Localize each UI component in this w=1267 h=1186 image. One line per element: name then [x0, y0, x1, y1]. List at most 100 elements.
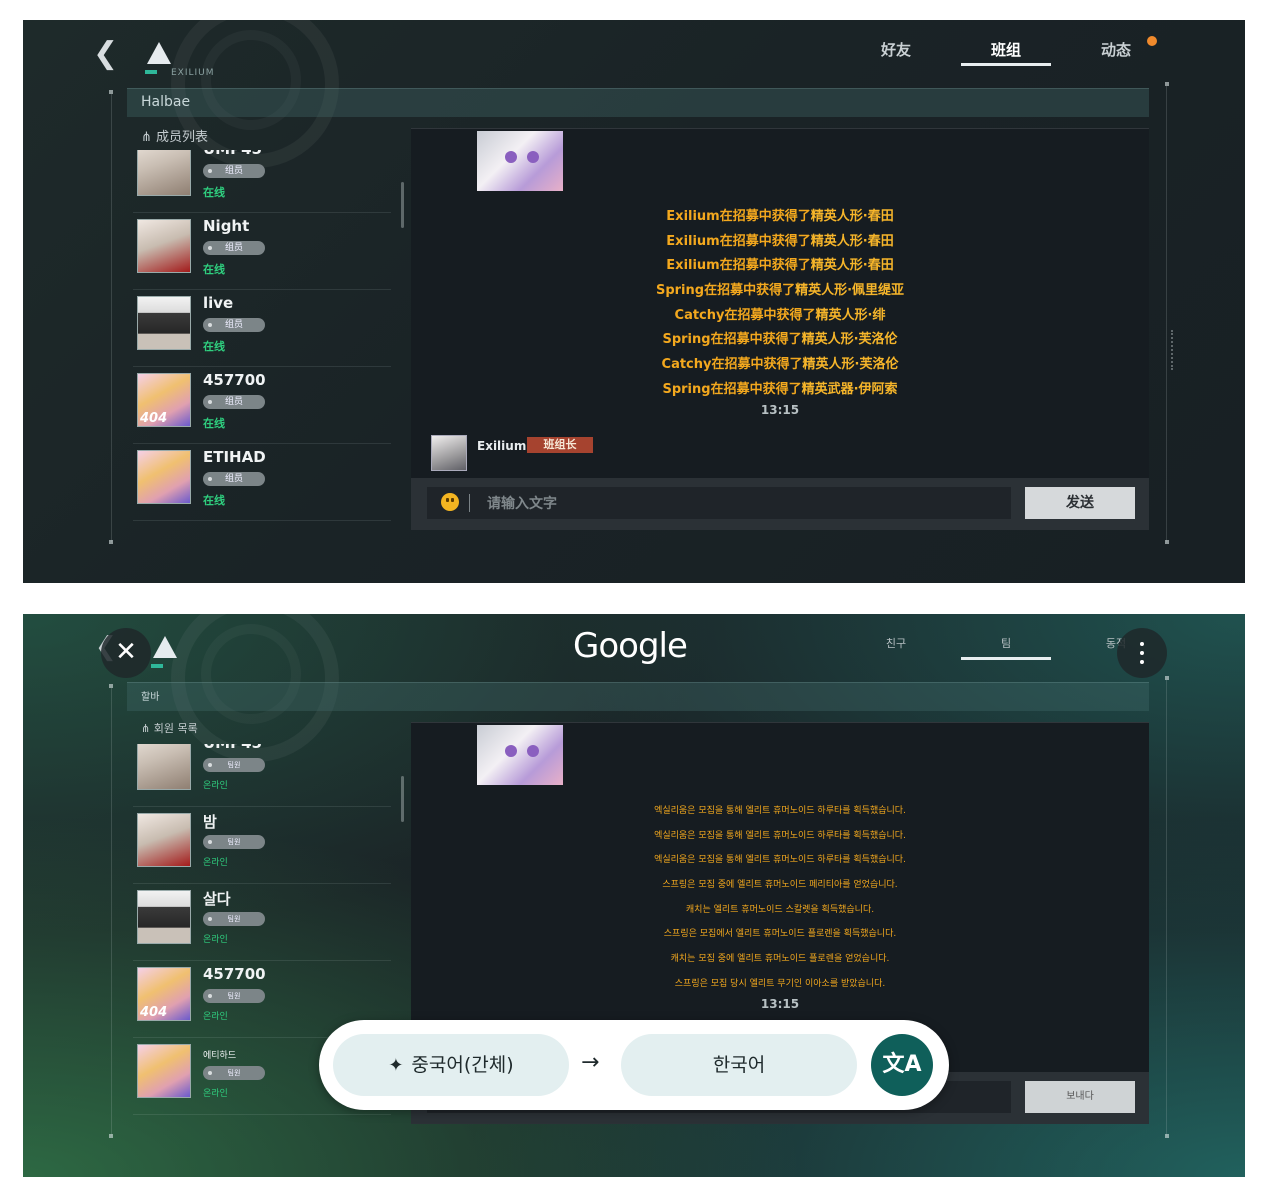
back-arrow-icon[interactable]: ❮ [93, 39, 121, 69]
member-avatar[interactable] [137, 296, 191, 350]
member-status: 在线 [203, 340, 225, 353]
member-row[interactable]: 살다 팀원 온라인 [133, 884, 391, 961]
group-name: Halbae [141, 94, 191, 110]
avatar-tag: 404 [140, 1005, 168, 1020]
member-avatar[interactable] [137, 450, 191, 504]
sender-name: Exilium [477, 439, 527, 453]
member-role-badge: 组员 [203, 472, 265, 486]
google-lens-title: Google [573, 626, 688, 666]
game-logo [147, 634, 237, 674]
top-nav-tabs: 好友 班组 动态 [841, 38, 1171, 72]
translated-message: 엑실리움은 모집을 통해 엘리트 휴머노이드 하루타를 획득했습니다. [654, 855, 906, 866]
members-icon: ⋔ [141, 722, 154, 735]
tab-friends[interactable]: 好友 [841, 38, 951, 72]
member-role-badge: 组员 [203, 164, 265, 178]
member-row[interactable]: 404 457700 组员在线 [133, 367, 391, 444]
member-status: 在线 [203, 494, 225, 507]
member-row[interactable]: ETIHAD 组员 在线 [133, 444, 391, 521]
source-language-chip[interactable]: ✦ 중국어(간체) [333, 1034, 569, 1096]
member-role-badge: 组员 [203, 395, 265, 409]
member-name: 457700 [203, 965, 266, 983]
member-name: live [203, 294, 234, 312]
members-list-title: ⋔ 회원 목록 [141, 722, 198, 735]
members-list-title: ⋔ 成员列表 [141, 130, 209, 145]
member-name: 457700 [203, 371, 266, 389]
translated-message: 엑실리움은 모집을 통해 엘리트 휴머노이드 하루타를 획득했습니다. [654, 806, 906, 816]
more-options-icon[interactable] [1117, 628, 1167, 678]
chat-input[interactable]: 请输入文字 [427, 487, 1011, 519]
member-status: 온라인 [203, 1089, 228, 1099]
translate-icon[interactable]: 文A [871, 1034, 933, 1096]
translated-message: 엑실리움은 모집을 통해 엘리트 휴머노이드 하루타를 획득했습니다. [654, 830, 906, 841]
system-message: Exilium在招募中获得了精英人形·春田 [666, 258, 894, 274]
close-icon[interactable]: ✕ [101, 628, 151, 678]
group-header-bar: Halbae [127, 88, 1149, 117]
translated-message: 캐치는 모집 중에 엘리트 휴머노이드 플로렌을 얻었습니다. [670, 954, 890, 965]
member-status: 在线 [203, 186, 225, 199]
system-message: Exilium在招募中获得了精英人形·春田 [666, 209, 894, 224]
member-list[interactable]: UMP45组员在线Night组员在线live组员在线404457700组员在线E… [133, 150, 391, 530]
tab-team[interactable]: 班组 [951, 38, 1061, 72]
system-messages: Exilium在招募中获得了精英人形·春田 Exilium在招募中获得了精英人形·… [411, 205, 1149, 403]
member-name: 에티하드 [203, 1051, 237, 1061]
members-icon: ⋔ [141, 130, 157, 145]
game-logo: EXILIUM [141, 40, 231, 80]
member-avatar[interactable] [137, 150, 191, 196]
sender-avatar[interactable] [431, 435, 467, 471]
translated-message: 캐치는 엘리트 휴머노이드 스칼렛을 획득했습니다. [685, 904, 875, 915]
member-name: 밤 [203, 813, 217, 831]
member-row[interactable]: Night 组员 在线 [133, 213, 391, 290]
member-avatar[interactable] [137, 1044, 191, 1098]
member-row[interactable]: 밤 팀원 온라인 [133, 807, 391, 884]
member-role-badge: 组员 [203, 318, 265, 332]
member-row[interactable]: live 组员在线 [133, 290, 391, 367]
game-screen-original: ❮ EXILIUM 好友 班组 动态 Halbae ⋔ 成员列表 UMP45 组员… [23, 20, 1245, 583]
translated-message: 스프링은 모집 당시 엘리트 무기인 이아소를 받았습니다. [674, 978, 886, 989]
system-message: Exilium在招募中获得了精英人形·春田 [666, 233, 894, 249]
emoji-icon[interactable] [441, 493, 459, 511]
tab-friends[interactable]: 친구 [841, 632, 951, 666]
translate-language-bar: ✦ 중국어(간체) → 한국어 文A [319, 1020, 949, 1110]
system-message: Spring在招募中获得了精英人形·佩里缇亚 [655, 283, 905, 299]
system-message: Spring在招募中获得了精英人形·芙洛伦 [662, 332, 898, 348]
member-role-badge: 팀원 [203, 758, 265, 772]
notification-dot-icon [1147, 36, 1157, 46]
member-row[interactable]: UMP45 组员在线 [133, 150, 391, 213]
member-row[interactable]: UMP45 팀원온라인 [133, 744, 391, 807]
member-name: UMP45 [203, 744, 262, 752]
tab-team[interactable]: 팀 [951, 632, 1061, 666]
send-button[interactable]: 发送 [1025, 487, 1135, 519]
message-time: 13:15 [760, 997, 800, 1011]
member-avatar[interactable]: 404 [137, 967, 191, 1021]
avatar-tag: 404 [140, 411, 168, 426]
member-avatar[interactable] [137, 744, 191, 790]
chat-sticker-image [477, 131, 563, 191]
member-avatar[interactable]: 404 [137, 373, 191, 427]
member-status: 온라인 [203, 935, 228, 945]
chat-panel: Exilium在招募中获得了精英人形·春田 Exilium在招募中获得了精英人形·… [411, 128, 1149, 479]
member-status: 온라인 [203, 858, 228, 868]
target-language-chip[interactable]: 한국어 [621, 1034, 857, 1096]
system-message: Spring在招募中获得了精英武器·伊阿索 [662, 381, 898, 397]
member-status: 在线 [203, 417, 225, 430]
member-status: 在线 [203, 263, 225, 276]
member-avatar[interactable] [137, 890, 191, 944]
system-message: Catchy在招募中获得了精英人形·芙洛伦 [661, 357, 899, 373]
translated-message: 스프링은 모집에서 엘리트 휴머노이드 플로렌을 획득했습니다. [663, 929, 897, 940]
member-list-scrollbar[interactable] [401, 776, 404, 822]
message-time: 13:15 [760, 403, 800, 417]
translated-messages: 엑실리움은 모집을 통해 엘리트 휴머노이드 하루타를 획득했습니다. 엑실리움은… [411, 799, 1149, 997]
send-button[interactable]: 보내다 [1025, 1081, 1135, 1113]
group-name: 할바 [141, 692, 160, 703]
member-name: 살다 [203, 890, 231, 908]
member-list-scrollbar[interactable] [401, 182, 404, 228]
member-role-badge: 팀원 [203, 1066, 265, 1080]
chat-input-placeholder: 请输入文字 [487, 496, 557, 512]
member-status: 온라인 [203, 781, 228, 791]
translated-message: 스프링은 모집 중에 엘리트 휴머노이드 페리티아를 얻었습니다. [662, 880, 898, 891]
member-avatar[interactable] [137, 219, 191, 273]
game-screen-translated: ❮ ✕ Google 친구 팀 동적 할바 ⋔ 회원 목록 UMP45팀원온라인… [23, 614, 1245, 1177]
chat-sticker-image [477, 725, 563, 785]
member-avatar[interactable] [137, 813, 191, 867]
sparkle-icon: ✦ [388, 1055, 404, 1076]
